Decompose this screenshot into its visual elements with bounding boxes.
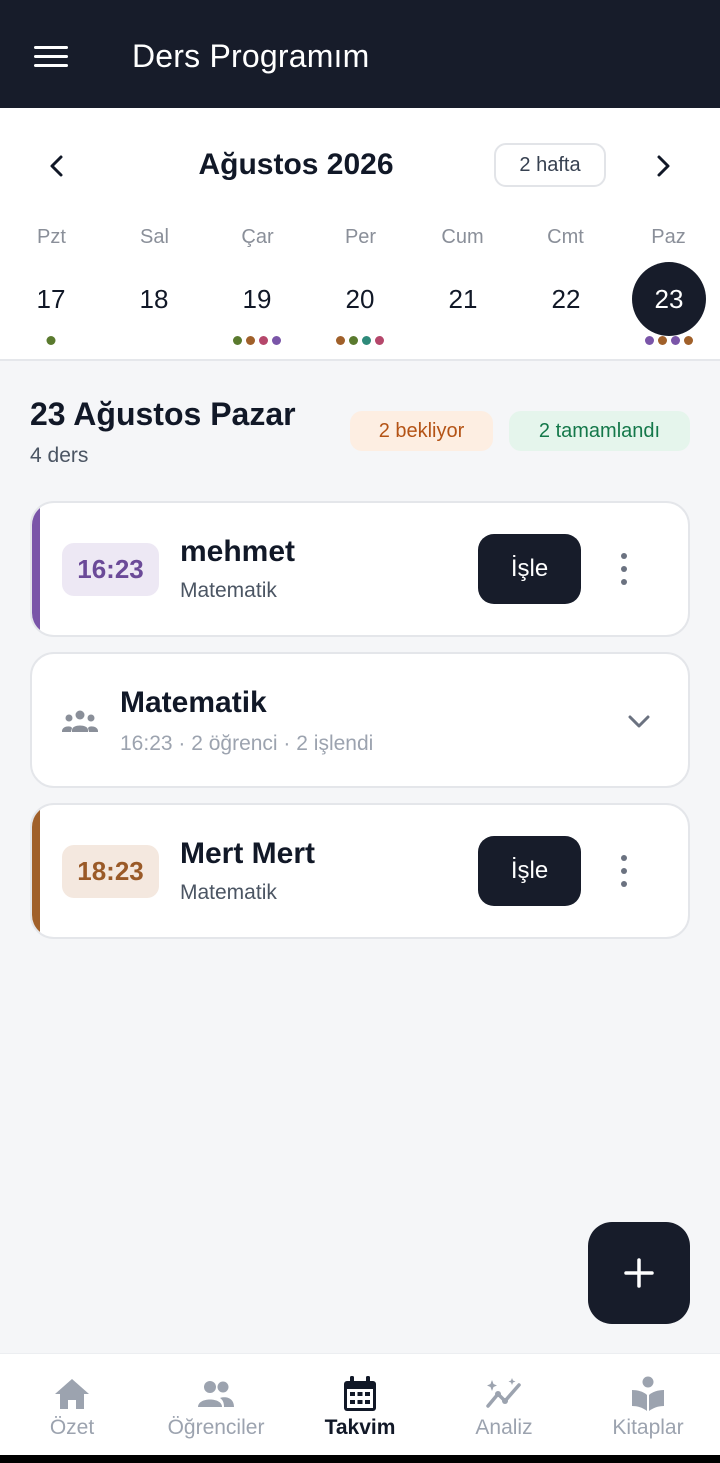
student-name: Mert Mert [180, 837, 316, 870]
bottom-navigation: Özet Öğrenciler Takvim Analiz Kitaplar [0, 1353, 720, 1455]
weekday-label: Cum [441, 226, 484, 248]
lesson-time: 18:23 [62, 845, 159, 898]
day-cell[interactable]: 17 [14, 262, 88, 336]
page-title: Ders Programım [132, 38, 370, 74]
nav-item-students[interactable]: Öğrenciler [144, 1354, 288, 1456]
nav-label: Öğrenciler [167, 1416, 265, 1439]
lesson-dots [233, 336, 281, 346]
chevron-down-icon[interactable] [624, 706, 654, 736]
calendar-icon [344, 1376, 376, 1411]
day-cell-selected[interactable]: 23 [632, 262, 706, 336]
nav-item-analytics[interactable]: Analiz [432, 1354, 576, 1456]
lesson-dot [272, 336, 281, 345]
lesson-subject: Matematik [180, 881, 277, 904]
lesson-accent [32, 805, 40, 937]
lesson-dots [336, 336, 384, 346]
month-label: Ağustos 2026 [198, 148, 394, 181]
weekday-label: Çar [241, 226, 274, 248]
book-reader-icon [632, 1376, 664, 1411]
nav-label: Kitaplar [612, 1416, 684, 1439]
lesson-subject: Matematik [180, 579, 277, 602]
more-vert-icon[interactable] [612, 549, 636, 589]
app-bar: Ders Programım [0, 0, 720, 108]
lesson-dot [362, 336, 371, 345]
plus-icon [624, 1258, 654, 1288]
weekday-label: Sal [140, 226, 169, 248]
group-lesson-card[interactable]: Matematik 16:23 · 2 öğrenci · 2 işlendi [30, 652, 690, 788]
range-toggle-button[interactable]: 2 hafta [494, 143, 606, 187]
menu-icon[interactable] [34, 44, 68, 68]
group-subject: Matematik [120, 686, 267, 719]
day-cell[interactable]: 22 [529, 262, 603, 336]
lesson-dots [645, 336, 693, 346]
nav-label: Takvim [324, 1416, 396, 1439]
nav-item-books[interactable]: Kitaplar [576, 1354, 720, 1456]
lesson-dot [375, 336, 384, 345]
lesson-count: 4 ders [30, 444, 89, 467]
lesson-dot [46, 336, 56, 345]
more-vert-icon[interactable] [612, 851, 636, 891]
pending-badge: 2 bekliyor [350, 411, 493, 451]
student-name: mehmet [180, 535, 296, 568]
lesson-dot [684, 336, 693, 345]
analytics-icon [486, 1378, 521, 1408]
weekday-label: Per [344, 226, 377, 248]
completed-badge: 2 tamamlandı [509, 411, 690, 451]
lesson-card[interactable]: 16:23 mehmet Matematik İşle [30, 501, 690, 637]
lesson-dot [259, 336, 268, 345]
lesson-dot [233, 336, 242, 345]
lesson-dot [246, 336, 255, 345]
nav-label: Özet [49, 1416, 95, 1439]
day-cell[interactable]: 20 [323, 262, 397, 336]
chevron-left-icon[interactable] [37, 146, 77, 186]
chevron-right-icon[interactable] [643, 146, 683, 186]
home-icon [55, 1379, 89, 1409]
nav-item-summary[interactable]: Özet [0, 1354, 144, 1456]
lesson-dot [671, 336, 680, 345]
people-icon [198, 1381, 234, 1407]
day-cell[interactable]: 19 [220, 262, 294, 336]
day-cell[interactable]: 18 [117, 262, 191, 336]
lesson-dot [658, 336, 667, 345]
lesson-card[interactable]: 18:23 Mert Mert Matematik İşle [30, 803, 690, 939]
lesson-dot [336, 336, 345, 345]
day-cell[interactable]: 21 [426, 262, 500, 336]
process-button[interactable]: İşle [478, 534, 581, 604]
lesson-time: 16:23 [62, 543, 159, 596]
lesson-accent [32, 503, 40, 635]
add-lesson-button[interactable] [588, 1222, 690, 1324]
lesson-dots [46, 336, 56, 346]
nav-label: Analiz [475, 1416, 533, 1439]
lesson-dot [645, 336, 654, 345]
group-icon [62, 710, 98, 732]
group-meta: 16:23 · 2 öğrenci · 2 işlendi [120, 732, 374, 755]
weekday-label: Cmt [547, 226, 584, 248]
day-title: 23 Ağustos Pazar [30, 396, 296, 432]
weekday-label: Paz [651, 226, 686, 248]
nav-item-calendar[interactable]: Takvim [288, 1354, 432, 1456]
process-button[interactable]: İşle [478, 836, 581, 906]
lesson-dot [349, 336, 358, 345]
system-navigation-bar [0, 1455, 720, 1463]
weekday-label: Pzt [37, 226, 66, 248]
week-calendar: Ağustos 2026 2 hafta Pzt Sal Çar Per Cum… [0, 108, 720, 361]
